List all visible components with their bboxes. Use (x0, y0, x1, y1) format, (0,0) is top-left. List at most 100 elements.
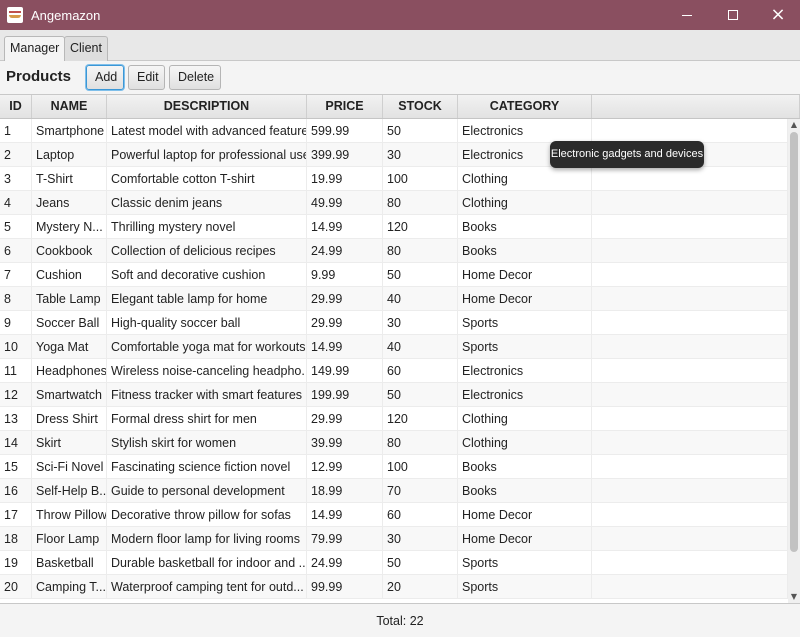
column-header-stock[interactable]: STOCK (383, 95, 458, 118)
cell-stock: 80 (383, 191, 458, 215)
table-row[interactable]: 11 Headphones Wireless noise-canceling hea… (0, 359, 788, 383)
table-row[interactable]: 18 Floor Lamp Modern floor lamp for living… (0, 527, 788, 551)
table-row[interactable]: 12 Smartwatch Fitness tracker with smart f… (0, 383, 788, 407)
cell-filler (592, 215, 788, 239)
minimize-icon (682, 14, 692, 16)
cell-id: 20 (0, 575, 32, 599)
cell-name: Cookbook (32, 239, 107, 263)
cell-description: Formal dress shirt for men (107, 407, 307, 431)
products-table: ID NAME DESCRIPTION PRICE STOCK CATEGORY… (0, 94, 800, 603)
cell-filler (592, 239, 788, 263)
cell-price: 19.99 (307, 167, 383, 191)
cell-price: 9.99 (307, 263, 383, 287)
cell-stock: 60 (383, 503, 458, 527)
edit-button[interactable]: Edit (128, 65, 165, 90)
table-row[interactable]: 15 Sci-Fi Novel Fascinating science fictio… (0, 455, 788, 479)
cell-id: 13 (0, 407, 32, 431)
cell-name: Smartphone (32, 119, 107, 143)
cell-category: Books (458, 215, 592, 239)
cell-category: Home Decor (458, 263, 592, 287)
maximize-button[interactable] (710, 0, 756, 30)
cell-stock: 50 (383, 119, 458, 143)
cell-id: 17 (0, 503, 32, 527)
cell-name: Mystery N... (32, 215, 107, 239)
column-header-name[interactable]: NAME (32, 95, 107, 118)
cell-name: Yoga Mat (32, 335, 107, 359)
table-row[interactable]: 5 Mystery N... Thrilling mystery novel 14.9… (0, 215, 788, 239)
close-button[interactable]: × (755, 0, 800, 30)
cell-name: Dress Shirt (32, 407, 107, 431)
table-row[interactable]: 19 Basketball Durable basketball for indoo… (0, 551, 788, 575)
table-row[interactable]: 13 Dress Shirt Formal dress shirt for men 2… (0, 407, 788, 431)
cell-category: Electronics (458, 359, 592, 383)
cell-id: 11 (0, 359, 32, 383)
scroll-down-arrow-icon[interactable]: ▼ (788, 591, 800, 603)
cell-name: Basketball (32, 551, 107, 575)
cell-filler (592, 575, 788, 599)
cell-price: 24.99 (307, 551, 383, 575)
cell-filler (592, 119, 788, 143)
column-header-id[interactable]: ID (0, 95, 32, 118)
cell-description: Collection of delicious recipes (107, 239, 307, 263)
cell-description: Modern floor lamp for living rooms (107, 527, 307, 551)
column-header-price[interactable]: PRICE (307, 95, 383, 118)
tab-client[interactable]: Client (64, 36, 108, 61)
cell-id: 3 (0, 167, 32, 191)
cell-price: 99.99 (307, 575, 383, 599)
cell-id: 9 (0, 311, 32, 335)
cell-description: Comfortable yoga mat for workouts (107, 335, 307, 359)
table-row[interactable]: 10 Yoga Mat Comfortable yoga mat for worko… (0, 335, 788, 359)
table-row[interactable]: 4 Jeans Classic denim jeans 49.99 80 Clothing (0, 191, 788, 215)
column-header-description[interactable]: DESCRIPTION (107, 95, 307, 118)
delete-button[interactable]: Delete (169, 65, 221, 90)
cell-description: Guide to personal development (107, 479, 307, 503)
cell-id: 7 (0, 263, 32, 287)
cell-category: Home Decor (458, 287, 592, 311)
cell-id: 18 (0, 527, 32, 551)
cell-filler (592, 407, 788, 431)
cell-filler (592, 479, 788, 503)
cell-description: Thrilling mystery novel (107, 215, 307, 239)
cell-stock: 100 (383, 167, 458, 191)
scroll-up-arrow-icon[interactable]: ▲ (788, 119, 800, 131)
cell-category: Clothing (458, 431, 592, 455)
scrollbar-thumb[interactable] (790, 132, 798, 552)
cell-category: Electronics (458, 119, 592, 143)
category-tooltip: Electronic gadgets and devices (550, 141, 704, 168)
table-row[interactable]: 14 Skirt Stylish skirt for women 39.99 80 Clo… (0, 431, 788, 455)
cell-stock: 30 (383, 527, 458, 551)
add-button[interactable]: Add (86, 65, 124, 90)
table-row[interactable]: 20 Camping T... Waterproof camping tent fo… (0, 575, 788, 599)
table-row[interactable]: 16 Self-Help B... Guide to personal develo… (0, 479, 788, 503)
title-bar: Angemazon × (0, 0, 800, 30)
cell-price: 49.99 (307, 191, 383, 215)
cell-category: Clothing (458, 167, 592, 191)
table-row[interactable]: 9 Soccer Ball High-quality soccer ball 29.9… (0, 311, 788, 335)
vertical-scrollbar[interactable]: ▲ ▼ (788, 119, 800, 603)
cell-stock: 80 (383, 239, 458, 263)
table-row[interactable]: 6 Cookbook Collection of delicious recipes… (0, 239, 788, 263)
table-row[interactable]: 3 T-Shirt Comfortable cotton T-shirt 19.99 1… (0, 167, 788, 191)
table-row[interactable]: 8 Table Lamp Elegant table lamp for home 29… (0, 287, 788, 311)
tab-manager[interactable]: Manager (4, 36, 66, 62)
cell-category: Sports (458, 551, 592, 575)
cell-stock: 30 (383, 311, 458, 335)
cell-filler (592, 167, 788, 191)
cell-category: Electronics (458, 383, 592, 407)
cell-description: Waterproof camping tent for outd... (107, 575, 307, 599)
cell-price: 24.99 (307, 239, 383, 263)
minimize-button[interactable] (664, 0, 710, 30)
cell-name: Self-Help B... (32, 479, 107, 503)
cell-filler (592, 383, 788, 407)
cell-id: 2 (0, 143, 32, 167)
column-header-category[interactable]: CATEGORY (458, 95, 592, 118)
table-row[interactable]: 1 Smartphone Latest model with advanced fe… (0, 119, 788, 143)
maximize-icon (728, 10, 738, 20)
cell-id: 14 (0, 431, 32, 455)
cell-name: Laptop (32, 143, 107, 167)
table-row[interactable]: 7 Cushion Soft and decorative cushion 9.99 5… (0, 263, 788, 287)
table-row[interactable]: 17 Throw Pillow Decorative throw pillow fo… (0, 503, 788, 527)
cell-stock: 120 (383, 407, 458, 431)
cell-price: 399.99 (307, 143, 383, 167)
cell-category: Home Decor (458, 527, 592, 551)
